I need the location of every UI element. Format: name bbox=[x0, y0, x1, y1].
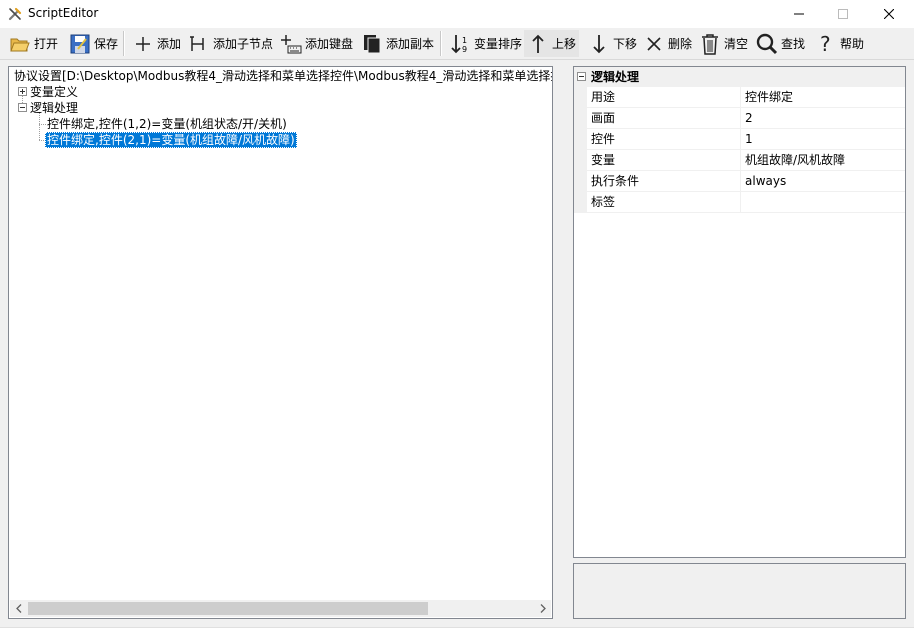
copy-icon bbox=[361, 33, 383, 55]
collapse-logic-icon[interactable] bbox=[18, 103, 27, 112]
tree-root-node[interactable]: 协议设置[D:\Desktop\Modbus教程4_滑动选择和菜单选择控件\Mo… bbox=[14, 68, 552, 84]
open-button[interactable]: 打开 bbox=[6, 30, 61, 57]
scroll-right-button[interactable] bbox=[534, 600, 551, 617]
property-row-condition[interactable]: 执行条件 always bbox=[574, 171, 905, 192]
property-row-screen[interactable]: 画面 2 bbox=[574, 108, 905, 129]
property-value[interactable]: 机组故障/风机故障 bbox=[745, 150, 845, 170]
property-row-purpose[interactable]: 用途 控件绑定 bbox=[574, 87, 905, 108]
minimize-icon bbox=[794, 13, 804, 15]
window-title: ScriptEditor bbox=[28, 6, 99, 20]
scroll-left-button[interactable] bbox=[10, 600, 27, 617]
save-icon bbox=[69, 33, 91, 55]
sort-variables-button[interactable]: 19 变量排序 bbox=[446, 30, 525, 57]
title-bar: ScriptEditor bbox=[0, 0, 914, 29]
tree-connector bbox=[39, 113, 40, 140]
add-keyboard-label: 添加键盘 bbox=[305, 37, 354, 51]
plus-icon bbox=[132, 33, 154, 55]
search-icon bbox=[756, 33, 778, 55]
svg-text:9: 9 bbox=[462, 45, 467, 54]
delete-button[interactable]: 删除 bbox=[640, 30, 695, 57]
property-grid[interactable]: 逻辑处理 用途 控件绑定 画面 2 控件 1 变量 机组故障/风机故障 执行条件… bbox=[573, 66, 906, 558]
script-tree[interactable]: 协议设置[D:\Desktop\Modbus教程4_滑动选择和菜单选择控件\Mo… bbox=[8, 66, 553, 619]
move-up-label: 上移 bbox=[552, 37, 577, 51]
sort-variables-label: 变量排序 bbox=[474, 37, 523, 51]
property-description-panel bbox=[573, 563, 906, 619]
clear-label: 清空 bbox=[724, 37, 749, 51]
add-child-node-icon bbox=[188, 33, 210, 55]
save-button[interactable]: 保存 bbox=[66, 30, 121, 57]
sort-icon: 19 bbox=[449, 33, 471, 55]
property-row-variable[interactable]: 变量 机组故障/风机故障 bbox=[574, 150, 905, 171]
minimize-button[interactable] bbox=[776, 0, 822, 28]
collapse-category-icon[interactable] bbox=[577, 72, 586, 81]
category-label: 逻辑处理 bbox=[591, 70, 640, 84]
add-keyboard-icon bbox=[280, 33, 302, 55]
toolbar-separator bbox=[123, 31, 125, 56]
property-name: 执行条件 bbox=[591, 174, 640, 188]
arrow-down-icon bbox=[588, 33, 610, 55]
close-button[interactable] bbox=[866, 0, 912, 28]
tree-connector bbox=[39, 124, 46, 125]
add-keyboard-button[interactable]: 添加键盘 bbox=[277, 30, 356, 57]
scrollbar-thumb[interactable] bbox=[28, 602, 428, 615]
tree-node-binding-1[interactable]: 控件绑定,控件(1,2)=变量(机组状态/开/关机) bbox=[47, 116, 287, 132]
property-value[interactable]: 2 bbox=[745, 108, 753, 128]
tree-node-binding-2-selected[interactable]: 控件绑定,控件(2,1)=变量(机组故障/风机故障) bbox=[45, 132, 297, 148]
add-button[interactable]: 添加 bbox=[129, 30, 184, 57]
add-label: 添加 bbox=[157, 37, 182, 51]
property-value[interactable]: 控件绑定 bbox=[745, 87, 793, 107]
clear-button[interactable]: 清空 bbox=[696, 30, 751, 57]
help-label: 帮助 bbox=[840, 37, 865, 51]
property-name: 变量 bbox=[591, 153, 616, 167]
close-icon bbox=[884, 9, 894, 19]
chevron-right-icon bbox=[540, 604, 546, 613]
property-category[interactable]: 逻辑处理 bbox=[574, 67, 905, 87]
trash-icon bbox=[699, 33, 721, 55]
tree-node-logic[interactable]: 逻辑处理 bbox=[30, 100, 78, 116]
toolbar: 打开 保存 添加 添加子节点 添加键盘 添加副本 19 变量排序 上移 下移 删… bbox=[0, 28, 914, 60]
move-down-label: 下移 bbox=[613, 37, 638, 51]
horizontal-scrollbar[interactable] bbox=[10, 600, 551, 617]
property-row-tag[interactable]: 标签 bbox=[574, 192, 905, 213]
add-child-node-label: 添加子节点 bbox=[213, 37, 274, 51]
maximize-button[interactable] bbox=[820, 0, 866, 28]
add-copy-label: 添加副本 bbox=[386, 37, 435, 51]
tree-node-var-def[interactable]: 变量定义 bbox=[30, 84, 78, 100]
svg-text:1: 1 bbox=[462, 36, 467, 45]
add-copy-button[interactable]: 添加副本 bbox=[358, 30, 437, 57]
open-label: 打开 bbox=[34, 37, 59, 51]
add-child-node-button[interactable]: 添加子节点 bbox=[185, 30, 276, 57]
property-name: 标签 bbox=[591, 195, 616, 209]
move-up-button[interactable]: 上移 bbox=[524, 30, 580, 57]
save-label: 保存 bbox=[94, 37, 119, 51]
property-row-control[interactable]: 控件 1 bbox=[574, 129, 905, 150]
property-name: 用途 bbox=[591, 90, 616, 104]
move-down-button[interactable]: 下移 bbox=[585, 30, 640, 57]
find-button[interactable]: 查找 bbox=[753, 30, 808, 57]
help-button[interactable]: ? 帮助 bbox=[812, 30, 867, 57]
delete-label: 删除 bbox=[668, 37, 693, 51]
property-value[interactable]: 1 bbox=[745, 129, 753, 149]
chevron-left-icon bbox=[15, 604, 21, 613]
find-label: 查找 bbox=[781, 37, 806, 51]
property-value[interactable]: always bbox=[745, 171, 786, 191]
delete-x-icon bbox=[643, 33, 665, 55]
open-folder-icon bbox=[9, 33, 31, 55]
scripteditor-app-icon bbox=[8, 7, 22, 21]
svg-text:?: ? bbox=[820, 34, 831, 54]
toolbar-separator bbox=[440, 31, 442, 56]
property-name: 控件 bbox=[591, 132, 616, 146]
expand-var-def-icon[interactable] bbox=[18, 87, 27, 96]
arrow-up-icon bbox=[527, 33, 549, 55]
property-name: 画面 bbox=[591, 111, 616, 125]
help-icon: ? bbox=[815, 33, 837, 55]
maximize-icon bbox=[838, 9, 848, 19]
